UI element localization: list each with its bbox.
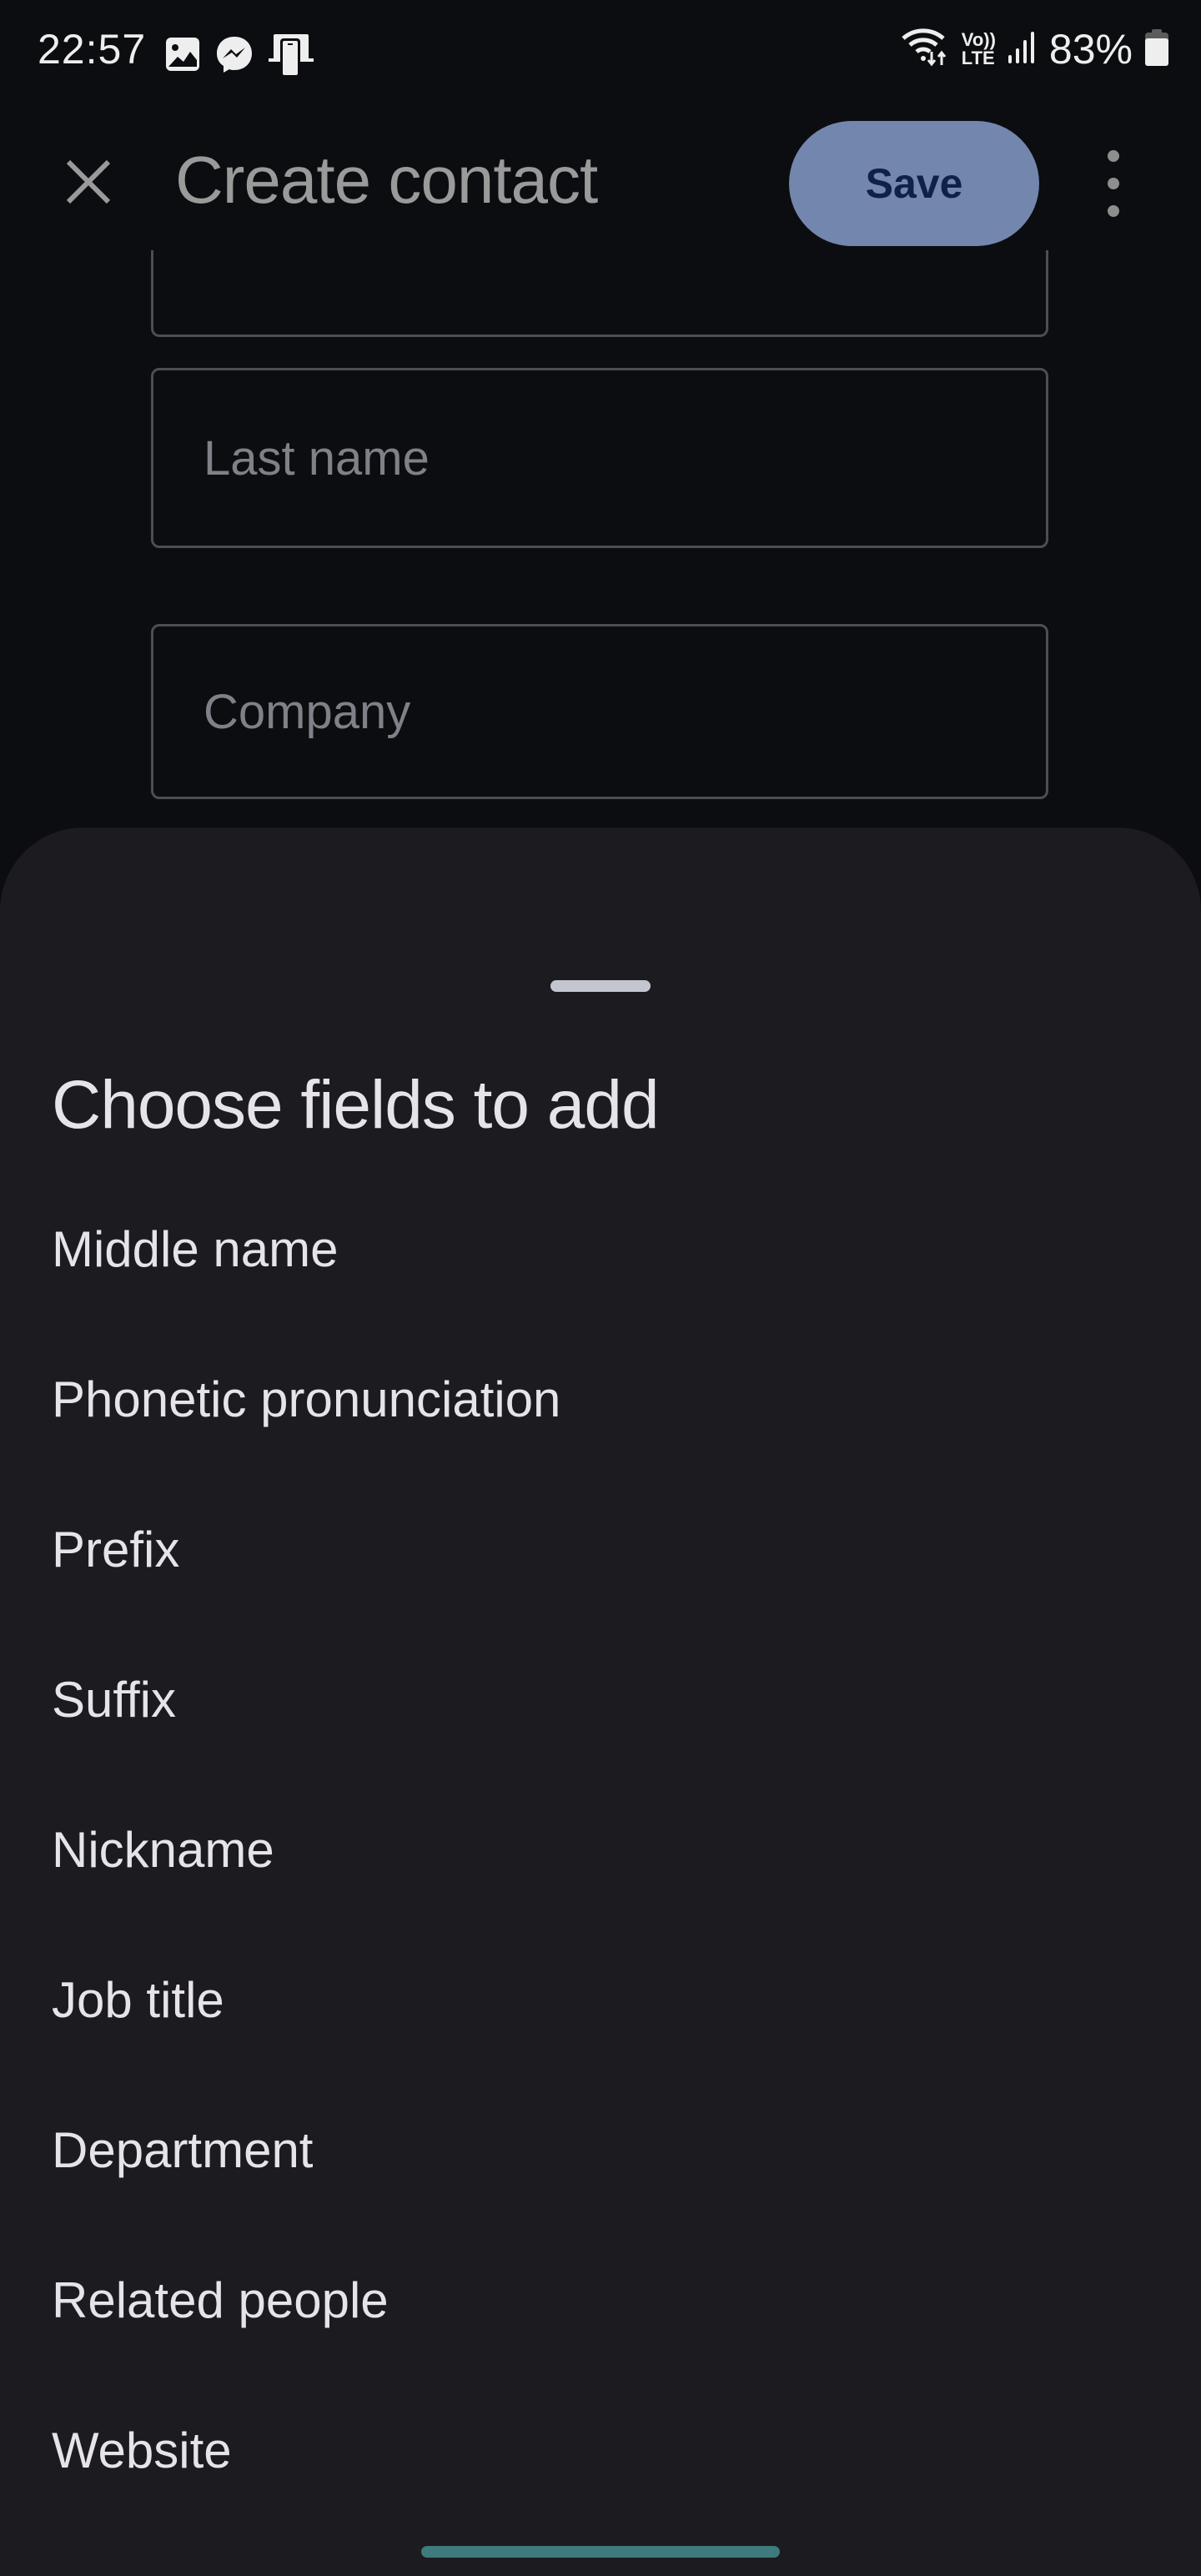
field-option-suffix[interactable]: Suffix (0, 1624, 1201, 1774)
last-name-field[interactable] (151, 368, 1048, 548)
field-option-related-people[interactable]: Related people (0, 2225, 1201, 2375)
field-option-phonetic-pronunciation[interactable]: Phonetic pronunciation (0, 1324, 1201, 1474)
gesture-nav-bar[interactable] (421, 2546, 780, 2558)
field-option-middle-name[interactable]: Middle name (0, 1174, 1201, 1324)
status-time: 22:57 (38, 26, 147, 73)
system-status: Vo)) LTE 83% (902, 25, 1169, 73)
notification-icons (165, 33, 314, 79)
company-input[interactable] (202, 626, 1006, 797)
close-button[interactable] (55, 148, 122, 215)
last-name-input[interactable] (202, 370, 1006, 546)
first-name-input[interactable] (202, 250, 1006, 335)
field-option-prefix[interactable]: Prefix (0, 1474, 1201, 1624)
sheet-title: Choose fields to add (52, 1067, 660, 1143)
more-vert-icon (1108, 150, 1119, 162)
page-title: Create contact (175, 143, 598, 217)
close-icon (66, 159, 111, 204)
field-option-job-title[interactable]: Job title (0, 1924, 1201, 2075)
battery-icon (1144, 28, 1169, 70)
gallery-icon (165, 37, 200, 76)
wifi-data-icon (902, 27, 950, 73)
save-button[interactable]: Save (789, 121, 1039, 246)
field-option-website[interactable]: Website (0, 2375, 1201, 2525)
signal-icon (1008, 30, 1038, 69)
volte-lte-icon: Vo)) LTE (961, 29, 996, 68)
field-option-nickname[interactable]: Nickname (0, 1774, 1201, 1924)
battery-percent: 83% (1048, 26, 1133, 73)
field-option-department[interactable]: Department (0, 2075, 1201, 2225)
device-cast-icon (269, 33, 314, 79)
sheet-drag-handle[interactable] (550, 980, 651, 992)
first-name-field[interactable] (151, 250, 1048, 337)
messenger-icon (215, 35, 254, 78)
more-options-button[interactable] (1093, 150, 1134, 217)
company-field[interactable] (151, 624, 1048, 799)
